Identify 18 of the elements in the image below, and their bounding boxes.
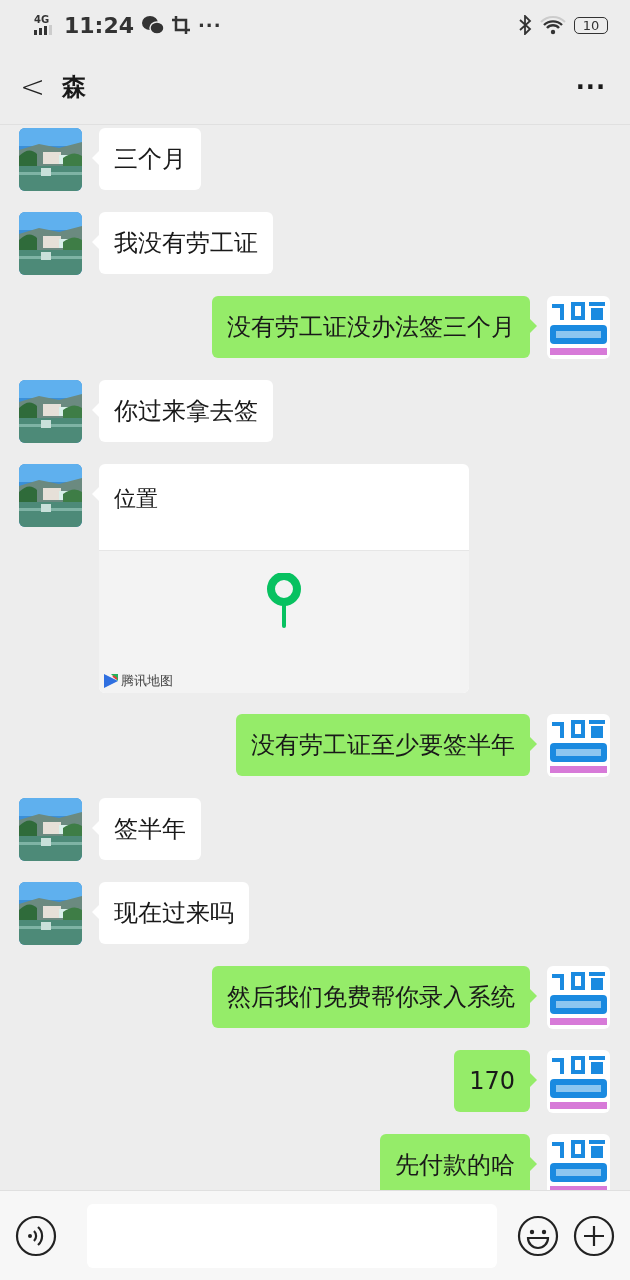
back-button[interactable]: <	[20, 72, 50, 102]
map-logo-icon	[103, 673, 119, 689]
location-card[interactable]: 位置 腾讯地图	[99, 464, 469, 693]
add-icon[interactable]	[573, 1214, 615, 1257]
emoji-icon[interactable]	[517, 1214, 559, 1257]
bluetooth-icon	[518, 15, 532, 35]
more-button[interactable]: ···	[575, 73, 606, 101]
location-title: 位置	[113, 485, 159, 513]
clock: 11:24	[64, 12, 135, 38]
network-type: 4G	[34, 15, 50, 25]
location-pin-icon	[266, 573, 302, 629]
wifi-icon	[540, 15, 566, 35]
battery-icon: 10	[574, 16, 608, 34]
voice-icon[interactable]	[15, 1214, 57, 1257]
chat-bubbles-icon	[142, 15, 165, 35]
chat-title: 森	[62, 72, 86, 103]
map-attribution: 腾讯地图	[121, 672, 173, 690]
more-notifications: ···	[198, 14, 222, 36]
